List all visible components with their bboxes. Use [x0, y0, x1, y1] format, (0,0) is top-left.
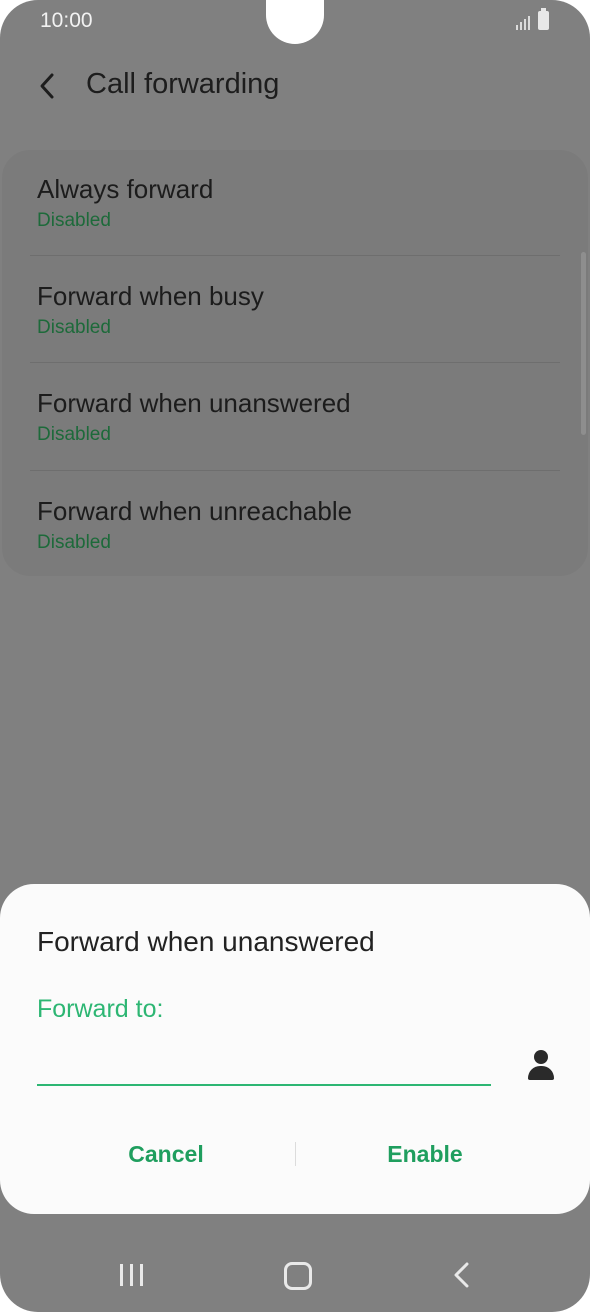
option-title: Forward when unanswered [37, 388, 351, 418]
chevron-left-icon [40, 73, 54, 99]
forward-to-label: Forward to: [37, 995, 164, 1023]
option-status: Disabled [37, 532, 111, 553]
option-status: Disabled [37, 317, 111, 338]
button-divider [295, 1142, 296, 1166]
screen: 10:00 Call forwarding Always forward Dis… [0, 0, 590, 1312]
signal-icon [516, 14, 536, 30]
status-time: 10:00 [40, 9, 93, 32]
page-title: Call forwarding [86, 68, 280, 100]
home-icon [284, 1262, 312, 1290]
option-status: Disabled [37, 424, 111, 445]
home-button[interactable] [272, 1252, 322, 1298]
nav-back-icon [454, 1262, 469, 1288]
cancel-button[interactable]: Cancel [66, 1132, 266, 1176]
scrollbar[interactable] [581, 252, 586, 435]
option-always-forward[interactable]: Always forward Disabled [2, 150, 588, 257]
forwarding-options-list: Always forward Disabled Forward when bus… [2, 150, 588, 576]
option-forward-when-unreachable[interactable]: Forward when unreachable Disabled [2, 472, 588, 579]
option-status: Disabled [37, 210, 111, 231]
back-button[interactable] [30, 66, 70, 106]
dialog-title: Forward when unanswered [37, 926, 375, 957]
forward-dialog: Forward when unanswered Forward to: Canc… [0, 884, 590, 1214]
forward-to-input[interactable] [37, 1044, 491, 1086]
camera-notch [266, 0, 324, 44]
contact-picker-button[interactable] [520, 1044, 562, 1090]
option-title: Forward when busy [37, 281, 264, 311]
enable-button[interactable]: Enable [325, 1132, 525, 1176]
recents-button[interactable] [108, 1252, 158, 1298]
divider [30, 255, 560, 256]
option-forward-when-unanswered[interactable]: Forward when unanswered Disabled [2, 364, 588, 471]
option-forward-when-busy[interactable]: Forward when busy Disabled [2, 257, 588, 364]
divider [30, 362, 560, 363]
option-title: Forward when unreachable [37, 496, 353, 526]
option-title: Always forward [37, 174, 214, 204]
battery-icon [538, 8, 549, 30]
nav-back-button[interactable] [438, 1252, 488, 1298]
divider [30, 470, 560, 471]
